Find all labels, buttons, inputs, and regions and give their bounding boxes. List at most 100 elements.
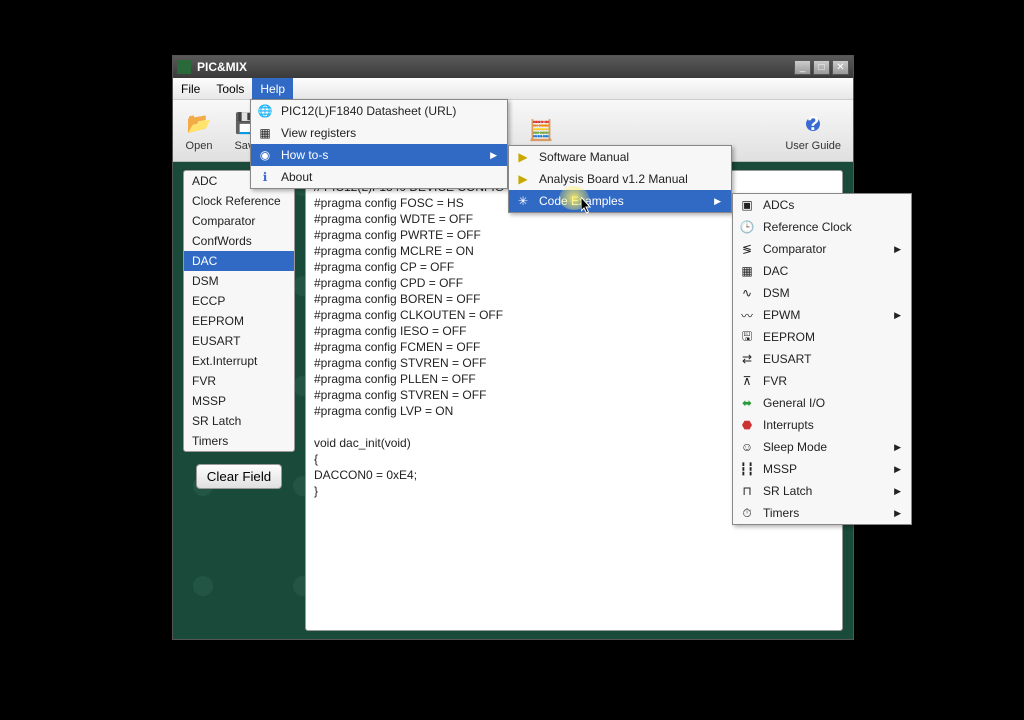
example-dac[interactable]: ▦DAC bbox=[733, 260, 911, 282]
help-about[interactable]: ℹ About bbox=[251, 166, 507, 188]
sidebar-item-dac[interactable]: DAC bbox=[184, 251, 294, 271]
howto-analysis-board-label: Analysis Board v1.2 Manual bbox=[539, 172, 688, 186]
example-fvr-label: FVR bbox=[763, 374, 787, 388]
chip-icon: ▣ bbox=[739, 197, 755, 213]
howto-code-examples[interactable]: ✳ Code Examples ▶ bbox=[509, 190, 731, 212]
window-title: PIC&MIX bbox=[197, 60, 788, 74]
howtos-dropdown: ▶ Software Manual ▶ Analysis Board v1.2 … bbox=[508, 145, 732, 213]
globe-icon: 🌐 bbox=[257, 103, 273, 119]
sidebar-item-clockref[interactable]: Clock Reference bbox=[184, 191, 294, 211]
comparator-icon: ≶ bbox=[739, 241, 755, 257]
help-howtos[interactable]: ◉ How to-s ▶ bbox=[251, 144, 507, 166]
mssp-icon: ┇┇ bbox=[739, 461, 755, 477]
play-icon: ▶ bbox=[515, 171, 531, 187]
fvr-icon: ⊼ bbox=[739, 373, 755, 389]
submenu-arrow-icon: ▶ bbox=[490, 150, 497, 161]
example-refclock-label: Reference Clock bbox=[763, 220, 852, 234]
userguide-label: User Guide bbox=[785, 140, 841, 152]
example-dsm-label: DSM bbox=[763, 286, 790, 300]
calculator-icon: 🧮 bbox=[527, 117, 555, 145]
sidebar-item-extint[interactable]: Ext.Interrupt bbox=[184, 351, 294, 371]
example-srlatch[interactable]: ⊓ SR Latch ▶ bbox=[733, 480, 911, 502]
dsm-icon: ∿ bbox=[739, 285, 755, 301]
example-dsm[interactable]: ∿ DSM bbox=[733, 282, 911, 304]
help-dropdown: 🌐 PIC12(L)F1840 Datasheet (URL) ▦ View r… bbox=[250, 99, 508, 189]
play-icon: ▶ bbox=[515, 149, 531, 165]
howto-analysis-board[interactable]: ▶ Analysis Board v1.2 Manual bbox=[509, 168, 731, 190]
gear-icon: ✳ bbox=[515, 193, 531, 209]
clock-icon: 🕒 bbox=[739, 219, 755, 235]
io-icon: ⬌ bbox=[739, 395, 755, 411]
sidebar-item-eeprom[interactable]: EEPROM bbox=[184, 311, 294, 331]
howto-code-examples-label: Code Examples bbox=[539, 194, 624, 208]
window-buttons: _ □ ✕ bbox=[794, 60, 849, 75]
toolbar-extra-button[interactable]: 🧮 bbox=[523, 115, 559, 147]
example-sleepmode[interactable]: ☺ Sleep Mode ▶ bbox=[733, 436, 911, 458]
maximize-button[interactable]: □ bbox=[813, 60, 830, 75]
example-adcs[interactable]: ▣ ADCs bbox=[733, 194, 911, 216]
submenu-arrow-icon: ▶ bbox=[894, 442, 901, 453]
sidebar-item-eccp[interactable]: ECCP bbox=[184, 291, 294, 311]
sidebar-item-comparator[interactable]: Comparator bbox=[184, 211, 294, 231]
titlebar: PIC&MIX _ □ ✕ bbox=[173, 56, 853, 78]
example-comparator-label: Comparator bbox=[763, 242, 826, 256]
help-about-label: About bbox=[281, 170, 312, 184]
sidebar-item-srlatch[interactable]: SR Latch bbox=[184, 411, 294, 431]
help-datasheet[interactable]: 🌐 PIC12(L)F1840 Datasheet (URL) bbox=[251, 100, 507, 122]
example-mssp[interactable]: ┇┇ MSSP ▶ bbox=[733, 458, 911, 480]
examples-dropdown: ▣ ADCs 🕒 Reference Clock ≶ Comparator ▶ ▦DAC… bbox=[732, 193, 912, 525]
example-sleepmode-label: Sleep Mode bbox=[763, 440, 827, 454]
example-eusart-label: EUSART bbox=[763, 352, 811, 366]
clear-field-button[interactable]: Clear Field bbox=[196, 464, 282, 489]
face-icon: ☺ bbox=[739, 439, 755, 455]
example-fvr[interactable]: ⊼ FVR bbox=[733, 370, 911, 392]
submenu-arrow-icon: ▶ bbox=[894, 244, 901, 255]
example-timers-label: Timers bbox=[763, 506, 799, 520]
close-button[interactable]: ✕ bbox=[832, 60, 849, 75]
sidebar: ADC Clock Reference Comparator ConfWords… bbox=[183, 170, 295, 631]
example-epwm-label: EPWM bbox=[763, 308, 800, 322]
stop-icon: ⬣ bbox=[739, 417, 755, 433]
howto-software-manual[interactable]: ▶ Software Manual bbox=[509, 146, 731, 168]
menubar: File Tools Help bbox=[173, 78, 853, 100]
open-button[interactable]: 📂 Open bbox=[181, 108, 217, 154]
menu-help[interactable]: Help bbox=[252, 78, 293, 99]
module-list: ADC Clock Reference Comparator ConfWords… bbox=[183, 170, 295, 452]
example-interrupts[interactable]: ⬣Interrupts bbox=[733, 414, 911, 436]
sidebar-item-confwords[interactable]: ConfWords bbox=[184, 231, 294, 251]
help-viewregisters-label: View registers bbox=[281, 126, 356, 140]
menu-tools[interactable]: Tools bbox=[208, 78, 252, 99]
example-comparator[interactable]: ≶ Comparator ▶ bbox=[733, 238, 911, 260]
sidebar-item-timers[interactable]: Timers bbox=[184, 431, 294, 451]
uart-icon: ⇄ bbox=[739, 351, 755, 367]
example-eeprom[interactable]: 🖫EEPROM bbox=[733, 326, 911, 348]
example-dac-label: DAC bbox=[763, 264, 788, 278]
sidebar-item-eusart[interactable]: EUSART bbox=[184, 331, 294, 351]
example-eusart[interactable]: ⇄ EUSART bbox=[733, 348, 911, 370]
example-srlatch-label: SR Latch bbox=[763, 484, 812, 498]
userguide-button[interactable]: ? User Guide bbox=[781, 108, 845, 154]
submenu-arrow-icon: ▶ bbox=[894, 508, 901, 519]
example-generalio[interactable]: ⬌General I/O bbox=[733, 392, 911, 414]
example-mssp-label: MSSP bbox=[763, 462, 797, 476]
ring-icon: ◉ bbox=[257, 147, 273, 163]
sidebar-item-dsm[interactable]: DSM bbox=[184, 271, 294, 291]
example-epwm[interactable]: 〰EPWM▶ bbox=[733, 304, 911, 326]
submenu-arrow-icon: ▶ bbox=[894, 486, 901, 497]
open-label: Open bbox=[186, 140, 213, 152]
submenu-arrow-icon: ▶ bbox=[894, 310, 901, 321]
sidebar-item-fvr[interactable]: FVR bbox=[184, 371, 294, 391]
help-howtos-label: How to-s bbox=[281, 148, 328, 162]
example-timers[interactable]: ⏱ Timers ▶ bbox=[733, 502, 911, 524]
sr-icon: ⊓ bbox=[739, 483, 755, 499]
help-viewregisters[interactable]: ▦ View registers bbox=[251, 122, 507, 144]
folder-open-icon: 📂 bbox=[185, 110, 213, 138]
submenu-arrow-icon: ▶ bbox=[714, 196, 721, 207]
minimize-button[interactable]: _ bbox=[794, 60, 811, 75]
sidebar-item-mssp[interactable]: MSSP bbox=[184, 391, 294, 411]
example-refclock[interactable]: 🕒 Reference Clock bbox=[733, 216, 911, 238]
example-adcs-label: ADCs bbox=[763, 198, 794, 212]
timer-icon: ⏱ bbox=[739, 505, 755, 521]
submenu-arrow-icon: ▶ bbox=[894, 464, 901, 475]
menu-file[interactable]: File bbox=[173, 78, 208, 99]
